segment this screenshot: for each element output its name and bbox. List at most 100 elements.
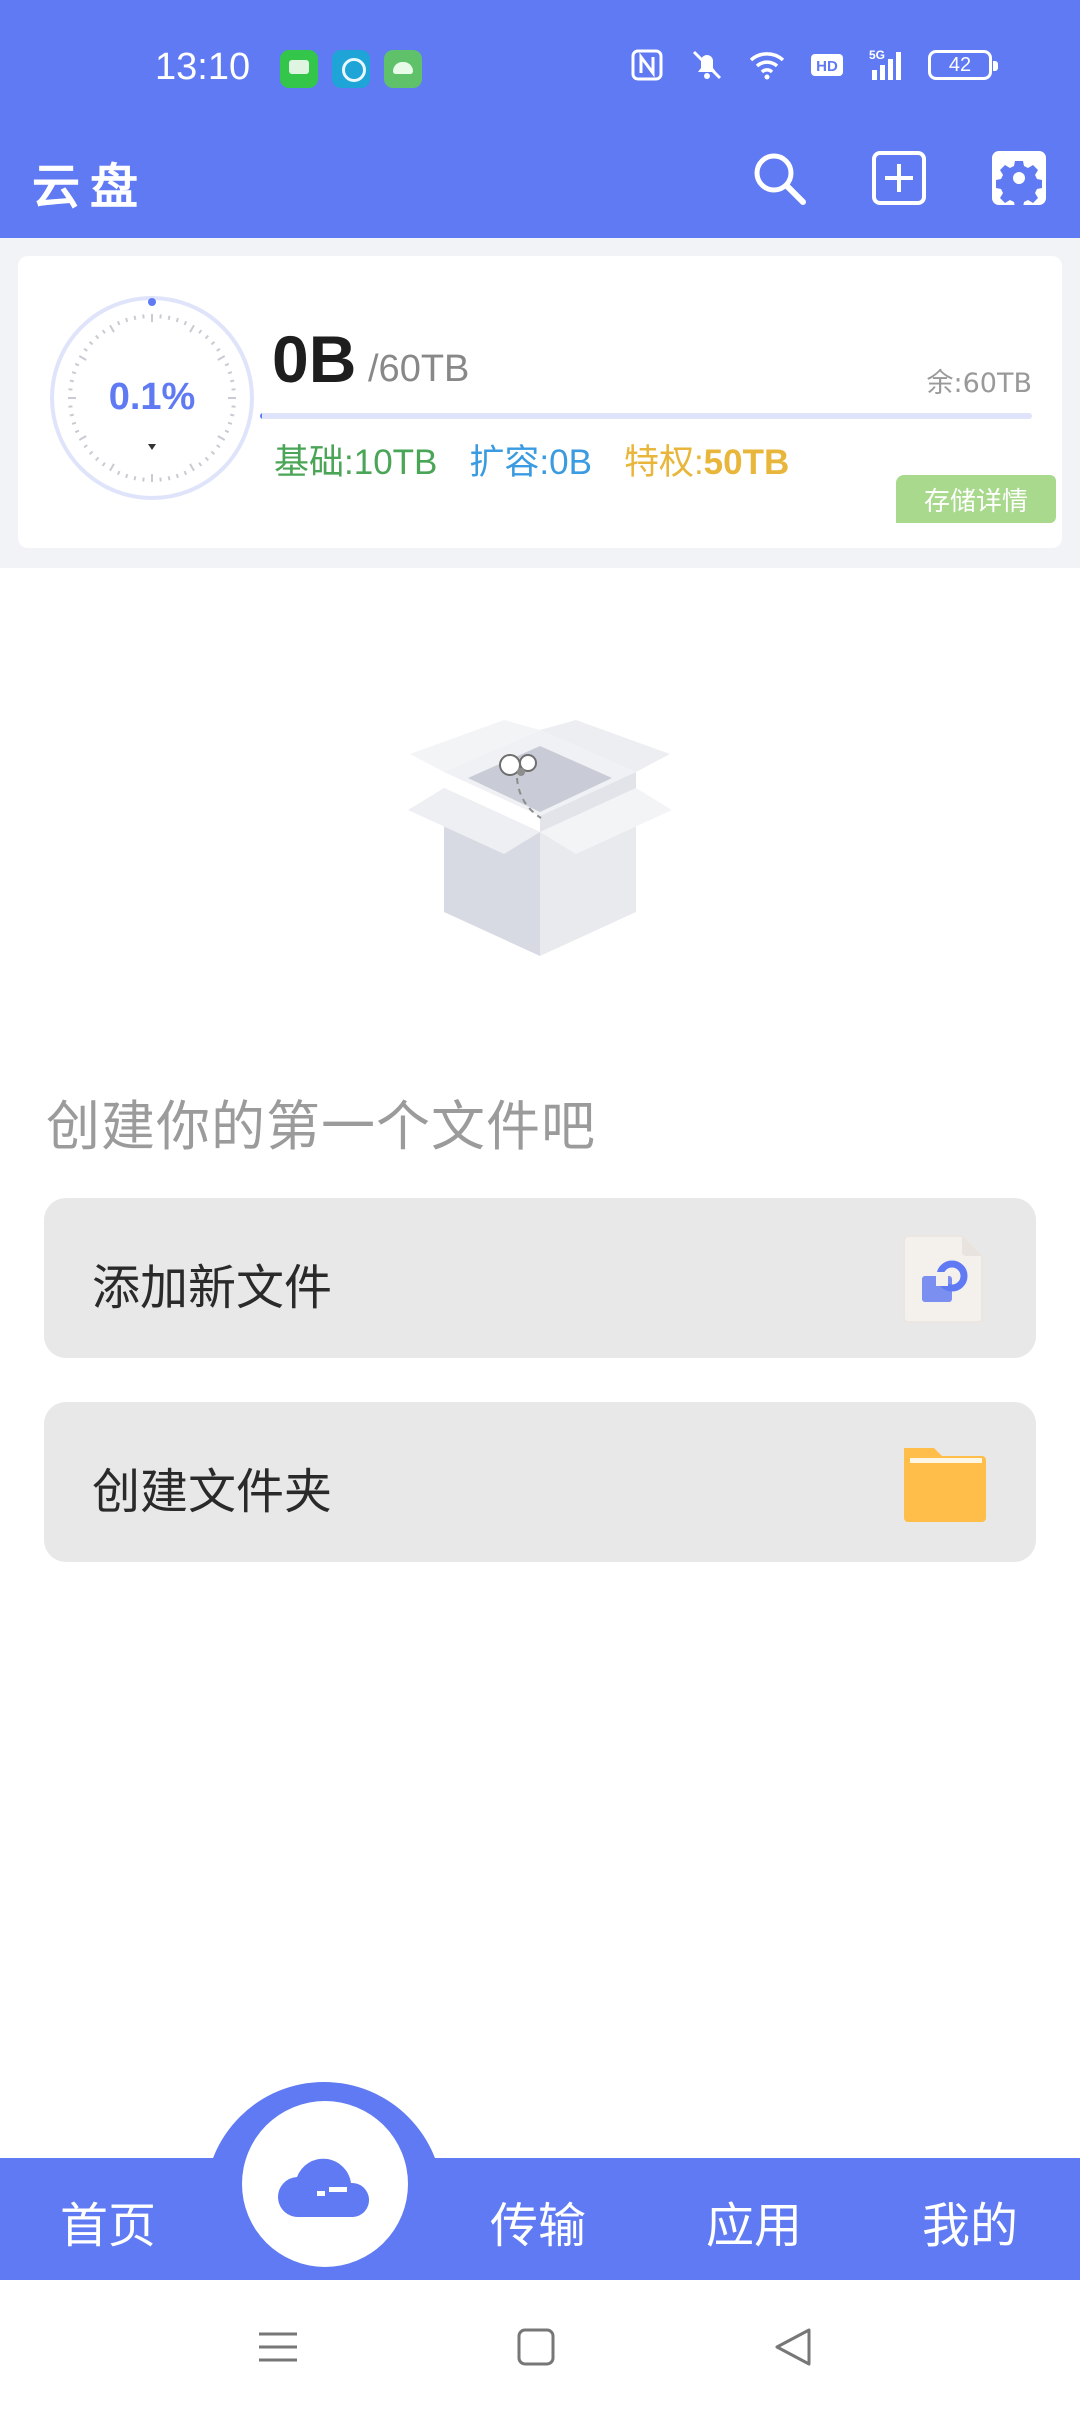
gauge-tick: [95, 334, 100, 340]
gear-icon: [992, 151, 1046, 207]
gauge-tick: [78, 435, 87, 441]
gauge-tick: [133, 315, 137, 320]
gauge-tick: [198, 462, 203, 467]
base-quota-label: 基础:: [274, 443, 354, 482]
expand-quota: 扩容:0B: [469, 434, 592, 485]
gauge-tick: [204, 456, 209, 462]
gauge-tick: [74, 362, 80, 367]
remaining-space: 余:60TB: [926, 368, 1032, 399]
add-button[interactable]: [868, 147, 930, 209]
total-space: /60TB: [368, 348, 470, 390]
gauge-tick: [74, 429, 80, 434]
svg-text:5G: 5G: [869, 48, 885, 62]
add-file-icon: [896, 1230, 992, 1326]
cloud-icon: [277, 2158, 370, 2218]
usage-bar-fill: [260, 413, 263, 419]
gauge-tick: [227, 421, 233, 425]
mute-bell-icon: [688, 46, 726, 84]
storage-detail-button[interactable]: 存储详情: [896, 475, 1056, 523]
privilege-quota-label: 特权:: [623, 443, 704, 482]
privilege-quota-value: 50TB: [703, 443, 790, 482]
settings-button[interactable]: [988, 147, 1050, 209]
gauge-tick: [175, 473, 179, 479]
gauge-tick: [83, 444, 88, 449]
base-quota: 基础:10TB: [274, 434, 437, 485]
folder-icon: [896, 1434, 992, 1530]
gauge-tick: [116, 320, 121, 326]
nav-mine[interactable]: 我的: [922, 2186, 1018, 2256]
gauge-tick: [133, 476, 137, 481]
signal-5g-icon: 5G: [868, 46, 906, 84]
gauge-tick: [125, 317, 129, 323]
gauge-tick: [101, 462, 106, 467]
empty-state-title: 创建你的第一个文件吧: [46, 1095, 596, 1158]
gauge-tick: [189, 324, 195, 333]
base-quota-value: 10TB: [353, 443, 438, 482]
back-triangle-icon: [775, 2328, 811, 2366]
wifi-icon: [748, 46, 786, 84]
usage-bar: [260, 413, 1032, 419]
android-app-icon: [384, 50, 422, 88]
system-navigation-bar: [0, 2280, 1080, 2412]
gauge-tick: [71, 371, 77, 375]
create-folder-label: 创建文件夹: [92, 1464, 333, 1520]
gauge-tick: [175, 317, 179, 323]
battery-icon: 42: [928, 50, 998, 80]
notification-icons: [280, 50, 422, 88]
gauge-tick: [109, 324, 115, 333]
used-space: 0B: [272, 322, 357, 396]
hd-icon: HD: [808, 46, 846, 84]
gauge-tick: [78, 355, 87, 361]
search-icon: [754, 153, 806, 205]
search-button[interactable]: [748, 147, 810, 209]
empty-box-illustration: [400, 720, 680, 970]
nav-transfer[interactable]: 传输: [490, 2186, 586, 2256]
page-title: 云盘: [32, 159, 149, 215]
add-new-file-button[interactable]: 添加新文件: [44, 1198, 1036, 1358]
privilege-quota: 特权:50TB: [624, 434, 789, 485]
gauge-tick: [216, 347, 221, 352]
gauge-tick: [183, 470, 188, 476]
gauge-tick: [71, 421, 77, 425]
gauge-tick: [227, 371, 233, 375]
home-button[interactable]: [511, 2322, 561, 2372]
gauge-tick: [210, 341, 216, 346]
gauge-tick: [109, 463, 115, 472]
gauge-tick: [198, 329, 203, 334]
gauge-tick: [88, 341, 94, 346]
gauge-tick: [167, 315, 171, 320]
gauge-tick: [125, 473, 129, 479]
add-new-file-label: 添加新文件: [92, 1260, 333, 1316]
usage-percent: 0.1%: [108, 376, 196, 418]
gauge-tick: [204, 334, 209, 340]
menu-icon: [259, 2332, 297, 2362]
gauge-tick: [189, 463, 195, 472]
nav-cloud-button[interactable]: [242, 2101, 408, 2267]
storage-gauge: 0.1%: [48, 294, 256, 502]
gauge-tick: [217, 355, 226, 361]
nfc-icon: [628, 46, 666, 84]
expand-quota-value: 0B: [549, 443, 592, 482]
back-button[interactable]: [769, 2322, 819, 2372]
messages-app-icon: [280, 50, 318, 88]
svg-text:HD: HD: [816, 58, 838, 75]
status-time: 13:10: [155, 46, 251, 88]
gauge-tick: [210, 450, 216, 455]
gauge-tick: [88, 450, 94, 455]
create-folder-button[interactable]: 创建文件夹: [44, 1402, 1036, 1562]
status-bar: 13:10 HD 5G 42: [0, 0, 1080, 125]
quota-breakdown: 基础:10TB 扩容:0B 特权:50TB: [274, 434, 789, 485]
gauge-tick: [183, 320, 188, 326]
network-app-icon: [332, 50, 370, 88]
gauge-tick: [217, 435, 226, 441]
recent-apps-button[interactable]: [253, 2322, 303, 2372]
gauge-tick: [95, 456, 100, 462]
gauge-tick: [83, 347, 88, 352]
gauge-tick: [224, 429, 230, 434]
nav-home[interactable]: 首页: [60, 2186, 156, 2256]
plus-square-icon: [872, 151, 926, 205]
expand-quota-label: 扩容:: [469, 443, 550, 482]
app-header: 云盘: [0, 125, 1080, 238]
system-status-icons: HD 5G 42: [628, 46, 998, 84]
nav-apps[interactable]: 应用: [706, 2186, 802, 2256]
